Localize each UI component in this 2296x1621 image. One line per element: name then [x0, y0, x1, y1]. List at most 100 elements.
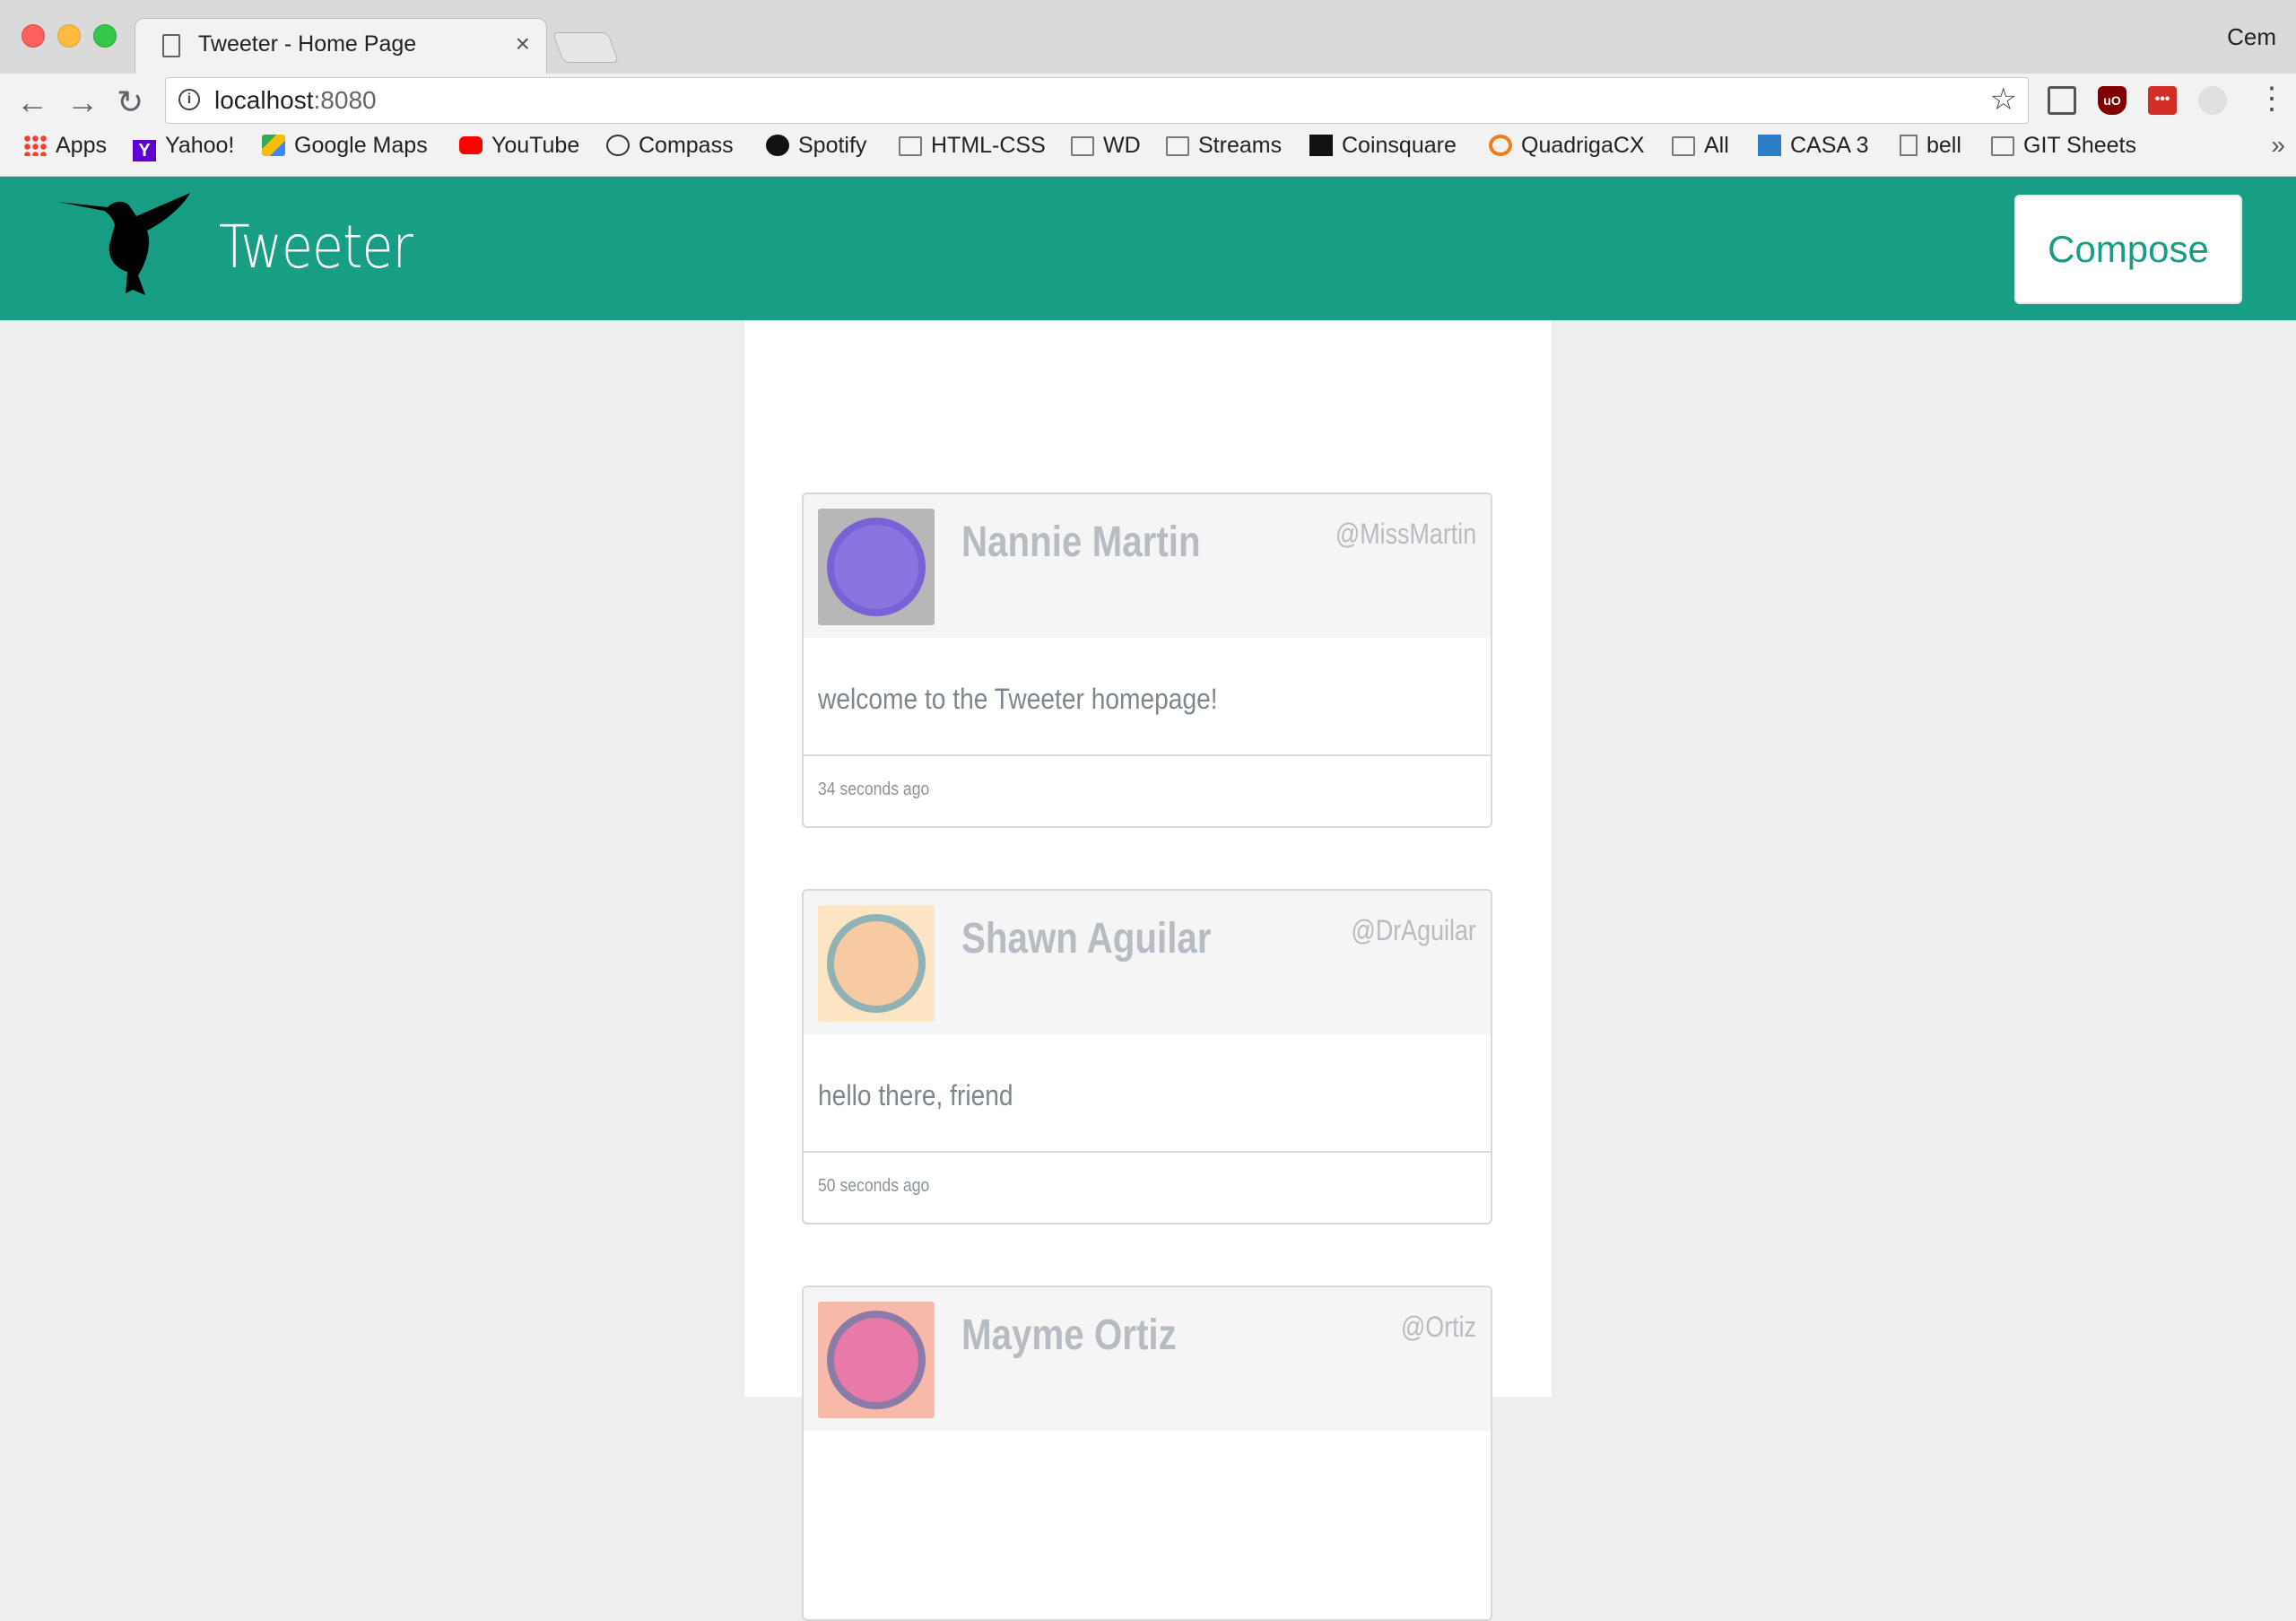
bookmark-label: Yahoo! — [165, 133, 235, 158]
tweet-author-name: Mayme Ortiz — [961, 1312, 1177, 1359]
tweet-author-handle: @Ortiz — [1400, 1311, 1476, 1343]
bookmark-html-css[interactable]: HTML-CSS — [899, 133, 1046, 159]
bookmark-label: All — [1704, 133, 1729, 158]
compose-button[interactable]: Compose — [2014, 195, 2242, 304]
bookmark-quadrigacx[interactable]: QuadrigaCX — [1489, 133, 1645, 159]
bookmark-label: Coinsquare — [1342, 133, 1457, 158]
folder-icon — [1071, 136, 1094, 156]
tweet-author-name: Shawn Aguilar — [961, 915, 1212, 963]
tweet-footer: 34 seconds ago — [804, 754, 1491, 826]
cast-icon[interactable] — [2048, 86, 2076, 115]
bookmark-label: CASA 3 — [1790, 133, 1869, 158]
tweet-timestamp: 50 seconds ago — [818, 1176, 930, 1196]
maps-icon — [262, 135, 285, 156]
bookmark-label: QuadrigaCX — [1521, 133, 1645, 158]
bookmark-label: Streams — [1198, 133, 1283, 158]
profile-name[interactable]: Cem — [2227, 23, 2276, 51]
bookmark-label: Apps — [56, 133, 107, 158]
info-icon[interactable]: i — [178, 89, 200, 110]
folder-icon — [899, 136, 922, 156]
tweet-content: welcome to the Tweeter homepage! — [818, 683, 1218, 715]
tweet-author-handle: @MissMartin — [1335, 518, 1476, 550]
folder-icon — [1672, 136, 1695, 156]
bookmark-compass[interactable]: Compass — [606, 133, 734, 159]
address-bar[interactable]: i localhost:8080 ☆ — [165, 77, 2029, 124]
hummingbird-icon — [57, 193, 190, 295]
bookmark-casa-3[interactable]: CASA 3 — [1758, 133, 1869, 159]
tweet-feed: Nannie Martin @MissMartin welcome to the… — [744, 320, 1552, 1621]
forward-arrow-icon[interactable]: → — [66, 86, 99, 118]
ublock-icon[interactable]: uO — [2098, 86, 2126, 115]
spotify-icon — [766, 135, 789, 156]
tweet-card: Shawn Aguilar @DrAguilar hello there, fr… — [802, 889, 1492, 1224]
bookmark-star-icon[interactable]: ☆ — [1990, 82, 2017, 118]
avatar-face-icon — [827, 518, 926, 616]
bookmark-wd[interactable]: WD — [1071, 133, 1141, 159]
quadriga-icon — [1489, 135, 1512, 156]
document-icon — [1900, 135, 1918, 156]
bookmark-yahoo[interactable]: Y Yahoo! — [133, 133, 234, 161]
folder-icon — [1991, 136, 2014, 156]
yahoo-icon: Y — [133, 140, 156, 161]
bookmark-label: Google Maps — [294, 133, 428, 158]
avatar-face-icon — [827, 1311, 926, 1409]
apps-icon — [23, 135, 47, 156]
bookmark-label: GIT Sheets — [2023, 133, 2136, 158]
tweet-header: Nannie Martin @MissMartin — [804, 494, 1491, 638]
back-arrow-icon[interactable]: ← — [16, 86, 48, 118]
brand-title: Tweeter — [219, 213, 413, 282]
bookmark-streams[interactable]: Streams — [1166, 133, 1282, 159]
bookmark-spotify[interactable]: Spotify — [766, 133, 866, 159]
bookmark-google-maps[interactable]: Google Maps — [262, 133, 428, 159]
extension-icon[interactable] — [2198, 86, 2227, 115]
compass-icon — [606, 135, 630, 156]
bookmark-git-sheets[interactable]: GIT Sheets — [1991, 133, 2136, 159]
bookmark-label: bell — [1926, 133, 1961, 158]
window-close-button[interactable] — [22, 24, 45, 48]
app-header: Tweeter Compose — [0, 177, 2296, 320]
tab-title: Tweeter - Home Page — [198, 31, 417, 57]
window-maximize-button[interactable] — [93, 24, 117, 48]
bookmark-label: WD — [1103, 133, 1141, 158]
coinsquare-icon — [1309, 135, 1333, 156]
tweet-header: Shawn Aguilar @DrAguilar — [804, 891, 1491, 1034]
avatar — [818, 509, 935, 625]
tweet-content: hello there, friend — [818, 1079, 1013, 1111]
avatar-face-icon — [827, 914, 926, 1013]
tweet-author-handle: @DrAguilar — [1351, 914, 1476, 946]
browser-menu-icon[interactable]: ⋮ — [2257, 81, 2287, 117]
tweet-card: Nannie Martin @MissMartin welcome to the… — [802, 492, 1492, 828]
page-icon — [162, 34, 180, 57]
bookmark-label: YouTube — [491, 133, 580, 158]
tab-close-icon[interactable]: × — [516, 30, 530, 58]
url-text[interactable]: localhost:8080 — [214, 86, 377, 115]
bookmark-label: Compass — [639, 133, 734, 158]
browser-titlebar: Tweeter - Home Page × Cem — [0, 0, 2296, 76]
casa-icon — [1758, 135, 1781, 156]
avatar — [818, 1302, 935, 1418]
tab-home-page[interactable]: Tweeter - Home Page × — [135, 18, 547, 76]
avatar — [818, 905, 935, 1022]
bookmark-label: HTML-CSS — [931, 133, 1046, 158]
browser-toolbar: ← → ↻ i localhost:8080 ☆ uO ••• ⋮ Apps Y… — [0, 74, 2296, 177]
youtube-icon — [459, 136, 483, 154]
bookmark-all[interactable]: All — [1672, 133, 1729, 159]
lastpass-icon[interactable]: ••• — [2148, 86, 2177, 115]
bookmarks-bar: Apps Y Yahoo! Google Maps YouTube Compass… — [0, 129, 2296, 169]
folder-icon — [1166, 136, 1189, 156]
tweet-author-name: Nannie Martin — [961, 519, 1201, 566]
window-minimize-button[interactable] — [57, 24, 81, 48]
new-tab-button[interactable] — [552, 32, 620, 63]
bookmark-label: Spotify — [798, 133, 867, 158]
reload-icon[interactable]: ↻ — [117, 86, 144, 118]
tweet-card: Mayme Ortiz @Ortiz — [802, 1285, 1492, 1621]
bookmark-coinsquare[interactable]: Coinsquare — [1309, 133, 1457, 159]
bookmark-bell[interactable]: bell — [1900, 133, 1961, 159]
bookmark-youtube[interactable]: YouTube — [459, 133, 579, 159]
bookmark-apps[interactable]: Apps — [23, 133, 107, 159]
url-host: localhost — [214, 86, 314, 114]
tweet-header: Mayme Ortiz @Ortiz — [804, 1287, 1491, 1431]
more-bookmarks-icon[interactable]: » — [2271, 131, 2285, 160]
tweet-timestamp: 34 seconds ago — [818, 780, 930, 799]
tweet-footer: 50 seconds ago — [804, 1151, 1491, 1223]
